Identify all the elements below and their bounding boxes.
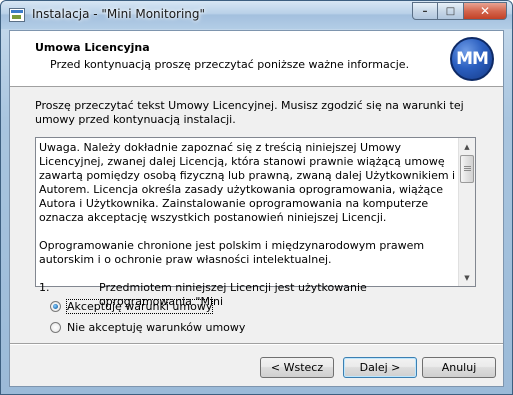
license-text: Uwaga. Należy dokładnie zapoznać się z t… [39, 141, 457, 309]
footer-divider [10, 343, 503, 345]
maximize-icon: □ [445, 5, 456, 17]
window-title: Instalacja - "Mini Monitoring" [32, 7, 206, 21]
minimize-button[interactable]: – [412, 2, 438, 20]
minimize-icon: – [422, 5, 428, 17]
title-bar[interactable]: Instalacja - "Mini Monitoring" – □ ✕ [1, 1, 512, 29]
arrow-up-icon: ▲ [464, 142, 470, 151]
installer-window: Instalacja - "Mini Monitoring" – □ ✕ Umo… [0, 0, 513, 395]
close-button[interactable]: ✕ [464, 2, 507, 20]
grip-line [464, 166, 471, 167]
wizard-header: Umowa Licencyjna Przed kontynuacją prosz… [10, 31, 503, 87]
cancel-button[interactable]: Anuluj [422, 357, 496, 378]
maximize-button[interactable]: □ [438, 2, 464, 20]
next-button[interactable]: Dalej > [343, 357, 417, 378]
decline-option[interactable]: Nie akceptuję warunków umowy [50, 321, 245, 334]
accept-label[interactable]: Akceptuję warunki umowy [65, 299, 214, 314]
vertical-scrollbar[interactable]: ▲ ▼ [458, 138, 475, 286]
page-title: Umowa Licencyjna [35, 41, 150, 54]
scroll-down-button[interactable]: ▼ [459, 269, 475, 286]
intro-text: Proszę przeczytać tekst Umowy Licencyjne… [35, 99, 464, 126]
logo: MM [450, 37, 494, 81]
back-button[interactable]: < Wstecz [260, 357, 334, 378]
wizard-body: Umowa Licencyjna Przed kontynuacją prosz… [9, 30, 504, 387]
decline-radio[interactable] [50, 322, 61, 333]
scroll-up-button[interactable]: ▲ [459, 138, 475, 155]
decline-label[interactable]: Nie akceptuję warunków umowy [67, 321, 245, 334]
arrow-down-icon: ▼ [464, 273, 470, 282]
scroll-thumb[interactable] [460, 155, 474, 183]
accept-option[interactable]: Akceptuję warunki umowy [50, 299, 214, 314]
grip-line [464, 170, 471, 171]
accept-radio[interactable] [50, 301, 61, 312]
close-icon: ✕ [479, 4, 491, 18]
page-subtitle: Przed kontynuacją proszę przeczytać poni… [50, 58, 410, 71]
grip-line [464, 168, 471, 169]
license-paragraph: Uwaga. Należy dokładnie zapoznać się z t… [39, 141, 456, 224]
license-paragraph: Oprogramowanie chronione jest polskim i … [39, 239, 425, 266]
caption-buttons: – □ ✕ [412, 2, 507, 21]
license-textbox[interactable]: Uwaga. Należy dokładnie zapoznać się z t… [35, 137, 476, 308]
logo-text: MM [456, 49, 489, 69]
app-icon [9, 8, 25, 22]
